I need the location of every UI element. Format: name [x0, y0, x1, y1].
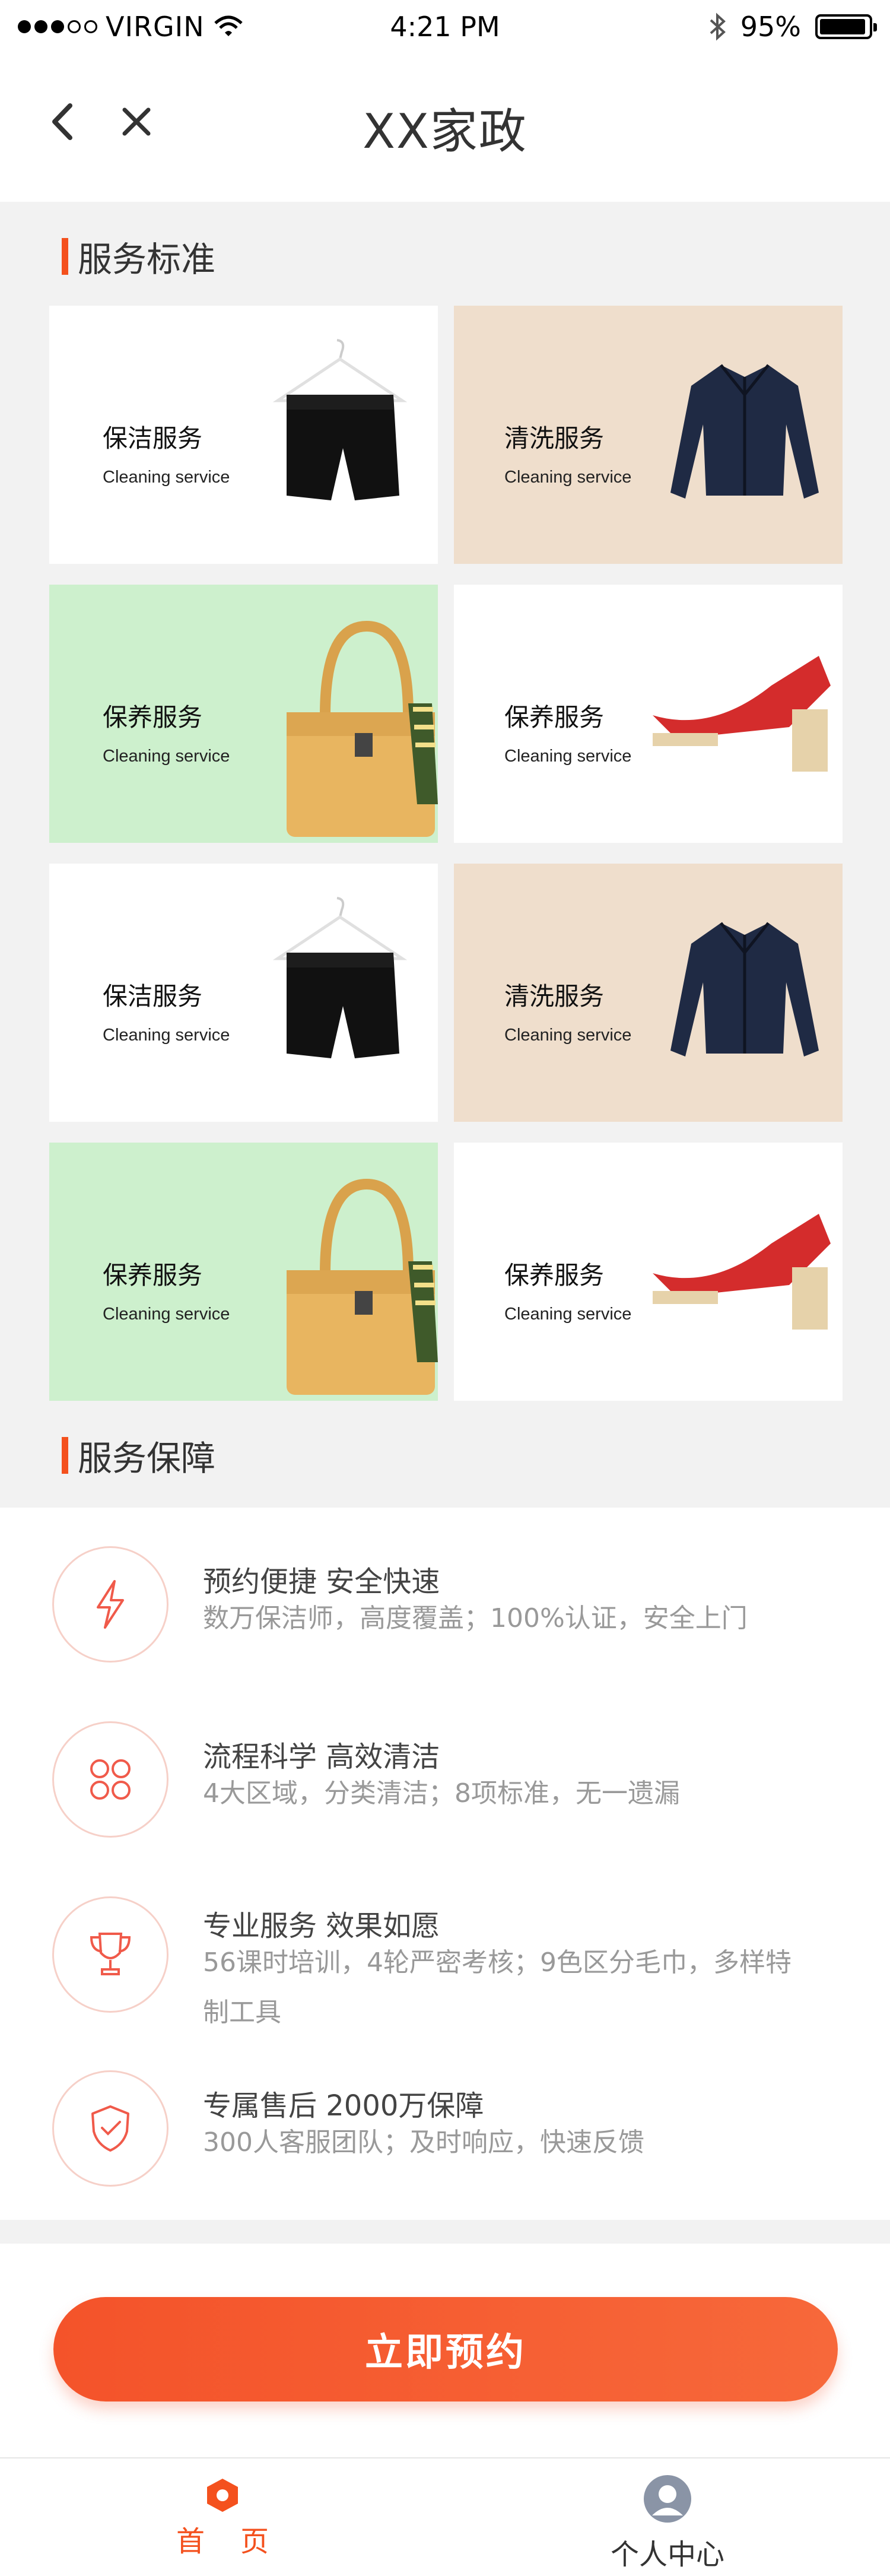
- tab-bar: 首页 个人中心: [0, 2457, 890, 2576]
- tab-profile[interactable]: 个人中心: [445, 2458, 890, 2576]
- card-subtitle: Cleaning service: [103, 468, 230, 487]
- card-subtitle: Cleaning service: [103, 747, 230, 766]
- battery-fill: [820, 19, 865, 34]
- red-sandal-image: [653, 656, 831, 772]
- service-card-maintenance-shoe[interactable]: 保养服务 Cleaning service: [454, 1143, 843, 1401]
- card-title: 保养服务: [103, 703, 203, 732]
- guarantee-description: 56课时培训，4轮严密考核；9色区分毛巾，多样特制工具: [203, 1947, 792, 2028]
- status-left: VIRGIN: [18, 11, 350, 43]
- card-text: 保养服务 Cleaning service: [504, 1255, 631, 1324]
- guarantee-description: 数万保洁师，高度覆盖；100%认证，安全上门: [203, 1603, 748, 1633]
- guarantee-item: 专业服务 效果如愿 56课时培训，4轮严密考核；9色区分毛巾，多样特制工具: [0, 1896, 890, 2051]
- guarantee-icon-circle: [52, 1721, 169, 1838]
- book-now-button[interactable]: 立即预约: [53, 2297, 838, 2401]
- grid-circles-icon: [90, 1759, 131, 1800]
- card-title: 清洗服务: [504, 982, 605, 1011]
- card-text: 保洁服务 Cleaning service: [103, 418, 230, 487]
- card-title: 保养服务: [103, 1261, 203, 1290]
- service-card-maintenance-shoe[interactable]: 保养服务 Cleaning service: [454, 585, 843, 843]
- card-text: 保洁服务 Cleaning service: [103, 976, 230, 1045]
- card-title: 清洗服务: [504, 424, 605, 453]
- guarantee-panel: 预约便捷 安全快速 数万保洁师，高度覆盖；100%认证，安全上门 流程科学 高效…: [0, 1508, 890, 2220]
- section-title-standards: 服务标准: [62, 231, 215, 281]
- service-card-maintenance-bag[interactable]: 保养服务 Cleaning service: [49, 585, 438, 843]
- section-title-text: 服务保障: [78, 1438, 216, 1479]
- battery-percent: 95%: [740, 11, 801, 43]
- red-sandal-image: [653, 1214, 831, 1330]
- status-bar: VIRGIN 4:21 PM 95%: [0, 0, 890, 53]
- card-text: 保养服务 Cleaning service: [504, 697, 631, 766]
- wifi-icon: [214, 15, 243, 36]
- leather-jacket-image: [670, 922, 819, 1057]
- chevron-left-icon: [52, 103, 72, 140]
- card-subtitle: Cleaning service: [504, 1305, 632, 1324]
- guarantee-description: 300人客服团队；及时响应，快速反馈: [203, 2127, 644, 2158]
- card-subtitle: Cleaning service: [103, 1026, 230, 1045]
- user-icon: [644, 2475, 691, 2523]
- card-text: 保养服务 Cleaning service: [103, 1255, 230, 1324]
- status-time: 4:21 PM: [390, 11, 500, 43]
- guarantee-icon-circle: [52, 1546, 169, 1663]
- close-button[interactable]: [110, 95, 163, 148]
- section-accent-bar: [62, 238, 68, 275]
- service-card-cleaning[interactable]: 保洁服务 Cleaning service: [49, 306, 438, 564]
- service-card-cleaning[interactable]: 保洁服务 Cleaning service: [49, 864, 438, 1122]
- battery-icon: [815, 14, 877, 39]
- card-subtitle: Cleaning service: [504, 747, 632, 766]
- shorts-hanger-image: [272, 897, 408, 1058]
- guarantee-item: 预约便捷 安全快速 数万保洁师，高度覆盖；100%认证，安全上门: [0, 1546, 890, 1683]
- guarantee-icon-circle: [52, 2070, 169, 2187]
- signal-strength-icon: [18, 20, 97, 33]
- tab-label: 首页: [176, 2525, 304, 2558]
- guarantee-item: 流程科学 高效清洁 4大区域，分类清洁；8项标准，无一遗漏: [0, 1721, 890, 1858]
- card-subtitle: Cleaning service: [504, 468, 632, 487]
- section-title-text: 服务标准: [78, 239, 216, 280]
- handbag-image: [287, 1178, 438, 1395]
- nav-bar: XX家政: [0, 53, 890, 202]
- carrier-name: VIRGIN: [106, 11, 205, 43]
- handbag-image: [287, 620, 438, 837]
- shield-check-icon: [91, 2105, 129, 2152]
- service-card-washing[interactable]: 清洗服务 Cleaning service: [454, 306, 843, 564]
- guarantee-description: 4大区域，分类清洁；8项标准，无一遗漏: [203, 1778, 680, 1809]
- back-button[interactable]: [36, 95, 89, 148]
- card-subtitle: Cleaning service: [504, 1026, 632, 1045]
- leather-jacket-image: [670, 364, 819, 499]
- tab-label: 个人中心: [610, 2538, 724, 2571]
- status-right: 95%: [540, 11, 877, 43]
- close-icon: [122, 107, 151, 136]
- trophy-icon: [90, 1933, 131, 1975]
- section-accent-bar: [62, 1437, 68, 1474]
- card-title: 保养服务: [504, 1261, 605, 1290]
- card-text: 清洗服务 Cleaning service: [504, 418, 631, 487]
- guarantee-item: 专属售后 2000万保障 300人客服团队；及时响应，快速反馈: [0, 2070, 890, 2207]
- card-subtitle: Cleaning service: [103, 1305, 230, 1324]
- card-text: 保养服务 Cleaning service: [103, 697, 230, 766]
- guarantee-icon-circle: [52, 1896, 169, 2013]
- service-card-maintenance-bag[interactable]: 保养服务 Cleaning service: [49, 1143, 438, 1401]
- lightning-icon: [97, 1580, 124, 1629]
- card-text: 清洗服务 Cleaning service: [504, 976, 631, 1045]
- shorts-hanger-image: [272, 339, 408, 500]
- section-title-guarantee: 服务保障: [62, 1430, 215, 1480]
- bluetooth-icon: [710, 12, 726, 41]
- card-title: 保洁服务: [103, 982, 203, 1011]
- home-icon: [207, 2479, 238, 2512]
- tab-home[interactable]: 首页: [0, 2458, 445, 2576]
- card-title: 保养服务: [504, 703, 605, 732]
- service-card-washing[interactable]: 清洗服务 Cleaning service: [454, 864, 843, 1122]
- card-title: 保洁服务: [103, 424, 203, 453]
